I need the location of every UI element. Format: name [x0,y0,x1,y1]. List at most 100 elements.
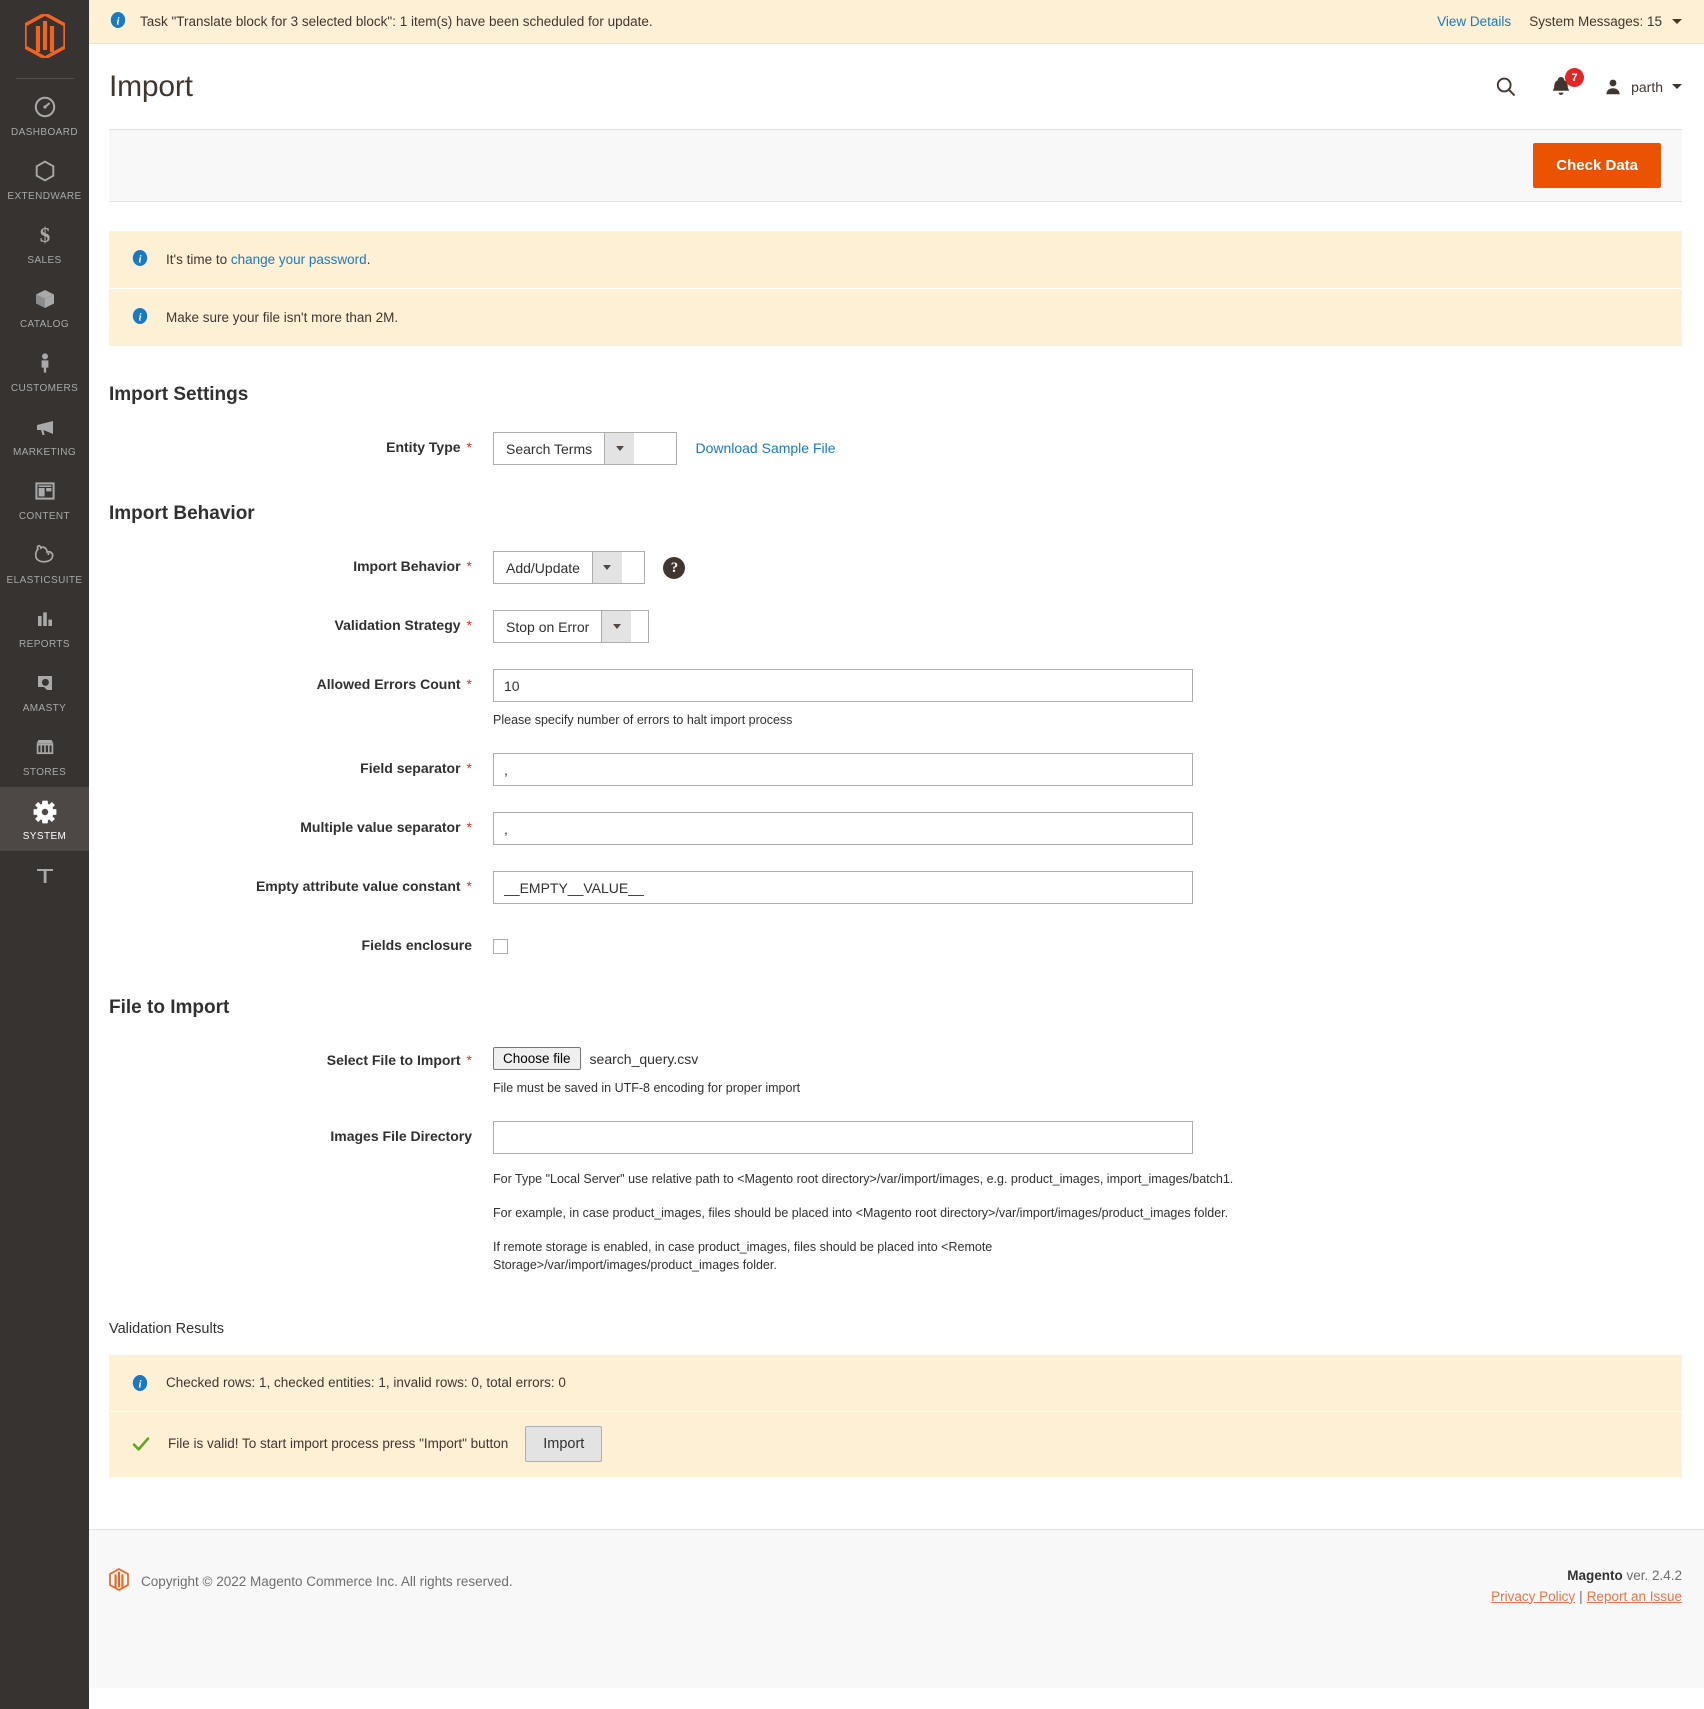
required-marker: * [466,558,472,574]
fields-enclosure-checkbox[interactable] [493,939,508,954]
magento-logo-icon [109,1567,129,1596]
entity-type-select[interactable]: Search Terms [493,432,677,465]
entity-type-value: Search Terms [506,440,593,457]
images-directory-note-3: If remote storage is enabled, in case pr… [493,1240,993,1273]
field-label: Validation Strategy * [334,617,473,633]
layout-icon [0,479,89,505]
dollar-icon: $ [0,223,89,249]
import-behavior-value: Add/Update [506,559,580,576]
required-marker: * [466,439,472,455]
footer-link-separator: | [1579,1588,1583,1604]
import-behavior-select[interactable]: Add/Update [493,551,645,584]
field-empty-attribute-value: Empty attribute value constant * [109,871,1682,904]
footer-version: Magento ver. 2.4.2 [1491,1568,1682,1583]
download-sample-file-link[interactable]: Download Sample File [695,440,835,456]
magento-logo-icon [24,14,65,58]
sidebar-item-reports[interactable]: REPORTS [0,595,89,659]
notice-text: Make sure your file isn't more than 2M. [166,310,399,325]
system-message-bar: i Task "Translate block for 3 selected b… [89,0,1704,44]
import-button[interactable]: Import [525,1425,603,1462]
field-label: Select File to Import * [326,1052,472,1068]
sidebar-item-catalog[interactable]: CATALOG [0,275,89,339]
sidebar-item-content[interactable]: CONTENT [0,467,89,531]
report-an-issue-link[interactable]: Report an Issue [1587,1589,1682,1604]
required-marker: * [466,617,472,633]
field-label: Multiple value separator * [300,819,472,835]
main-content: i Task "Translate block for 3 selected b… [89,0,1704,1709]
privacy-policy-link[interactable]: Privacy Policy [1491,1589,1575,1604]
field-separator-input[interactable] [493,753,1193,786]
sidebar-item-label: REPORTS [19,639,70,650]
sidebar-item-find-partners[interactable] [0,851,89,911]
sidebar-item-stores[interactable]: STORES [0,723,89,787]
sidebar-item-label: CONTENT [18,511,71,522]
question-icon[interactable]: ? [663,557,686,580]
chevron-down-icon [601,611,632,642]
info-icon: i [109,11,127,32]
field-fields-enclosure: Fields enclosure [109,930,1682,959]
chevron-down-icon [1672,84,1682,89]
partners-icon [0,865,89,891]
sidebar-item-customers[interactable]: CUSTOMERS [0,339,89,403]
sidebar-item-extendware[interactable]: EXTENDWARE [0,147,89,211]
amasty-icon [0,671,89,697]
sidebar-item-label: MARKETING [12,447,77,458]
sidebar-item-label: ELASTICSUITE [6,575,83,586]
images-directory-input[interactable] [493,1121,1193,1154]
sidebar-item-marketing[interactable]: MARKETING [0,403,89,467]
import-form: Import Settings Entity Type * Search Term… [89,384,1704,1477]
user-name: parth [1631,78,1663,95]
footer-links: Privacy Policy | Report an Issue [1491,1589,1682,1604]
validation-strategy-select[interactable]: Stop on Error [493,610,649,643]
change-password-link[interactable]: change your password [231,252,367,267]
selected-file-name: search_query.csv [589,1050,699,1067]
validation-success-message: File is valid! To start import process p… [109,1411,1682,1477]
system-message-text: Task "Translate block for 3 selected blo… [140,14,653,29]
multiple-value-separator-input[interactable] [493,812,1193,845]
chevron-down-icon [1672,19,1682,24]
section-title-import-settings: Import Settings [109,384,249,405]
allowed-errors-note: Please specify number of errors to halt … [493,713,793,727]
footer-brand: Magento [1567,1567,1623,1583]
field-images-directory: Images File Directory For Type "Local Se… [109,1121,1682,1275]
gear-icon [0,799,89,825]
validation-summary-text: Checked rows: 1, checked entities: 1, in… [166,1375,566,1390]
sidebar-item-label: CUSTOMERS [10,383,79,394]
notifications-bell[interactable]: 7 [1550,68,1585,98]
box-icon [0,287,89,313]
section-title-import-behavior: Import Behavior [109,503,255,524]
sidebar-item-amasty[interactable]: AMASTY [0,659,89,723]
validation-results-title: Validation Results [109,1320,224,1337]
images-directory-note-2: For example, in case product_images, fil… [493,1206,1229,1221]
empty-attribute-value-input[interactable] [493,871,1193,904]
sidebar-divider [15,78,74,79]
sidebar-item-elasticsuite[interactable]: ELASTICSUITE [0,531,89,595]
page-footer: Copyright © 2022 Magento Commerce Inc. A… [89,1528,1704,1688]
megaphone-icon [0,415,89,441]
field-label: Fields enclosure [361,937,472,953]
notice-text: It's time to change your password. [166,252,371,267]
sidebar-item-label: SYSTEM [22,831,67,842]
sidebar-item-sales[interactable]: $ SALES [0,211,89,275]
images-directory-note-1: For Type "Local Server" use relative pat… [493,1172,1234,1186]
choose-file-button[interactable]: Choose file [493,1047,581,1070]
footer-version-text: ver. 2.4.2 [1622,1567,1682,1583]
required-marker: * [466,676,472,692]
info-icon: i [131,307,149,328]
field-label: Entity Type * [386,439,472,455]
page-title: Import [109,69,193,103]
sidebar-item-dashboard[interactable]: DASHBOARD [0,83,89,147]
view-details-link[interactable]: View Details [1437,14,1511,29]
allowed-errors-count-input[interactable] [493,669,1193,702]
svg-text:$: $ [39,223,50,247]
user-menu[interactable]: parth [1604,78,1682,96]
hexagon-icon [0,159,89,185]
search-icon[interactable] [1494,75,1518,99]
info-icon: i [131,249,149,270]
check-data-button[interactable]: Check Data [1533,143,1661,188]
system-messages-dropdown[interactable]: System Messages: 15 [1529,14,1682,29]
footer-copyright: Copyright © 2022 Magento Commerce Inc. A… [141,1574,513,1589]
field-allowed-errors-count: Allowed Errors Count* Please specify num… [109,669,1682,727]
sidebar-item-system[interactable]: SYSTEM [0,787,89,851]
magento-logo[interactable] [0,0,89,72]
